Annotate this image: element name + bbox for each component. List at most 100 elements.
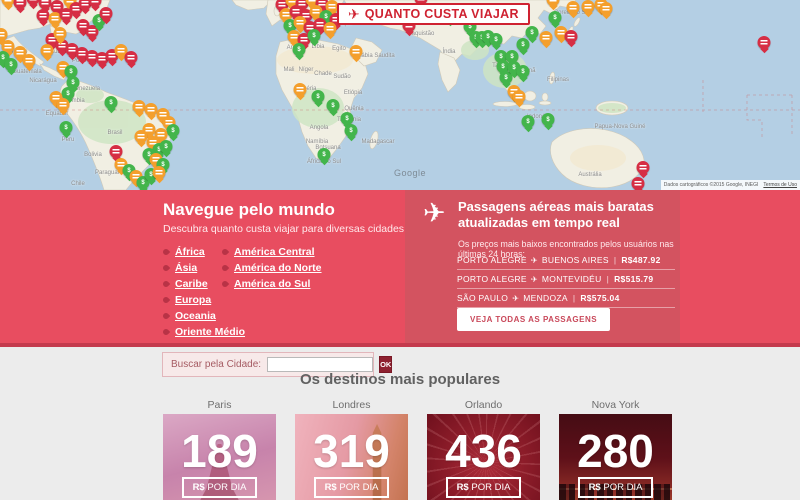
map-price-pin[interactable]: $ (517, 38, 530, 51)
nav-region-link[interactable]: América Central (234, 246, 315, 258)
map-price-pin[interactable]: $ (517, 65, 530, 78)
map-marker-icon (162, 264, 170, 272)
nav-region-link[interactable]: Caribe (175, 278, 208, 290)
map-price-pin[interactable]: $ (542, 113, 555, 126)
map-price-pin[interactable] (294, 83, 307, 96)
deal-rows: PORTO ALEGRE✈BUENOS AIRES|R$487.92PORTO … (457, 251, 675, 308)
destination-card-londres[interactable]: 319R$ POR DIA (295, 414, 408, 500)
pin-price-glyph: $ (504, 75, 507, 81)
map-price-pin[interactable]: $ (5, 58, 18, 71)
destination-price: 189 (181, 428, 258, 474)
map-attribution: Dados cartográficos ©2015 Google, INEGI … (661, 180, 800, 190)
pin-price-glyph: $ (64, 125, 67, 131)
map-price-pin[interactable]: $ (308, 29, 321, 42)
map-price-pin[interactable]: $ (160, 140, 173, 153)
map-price-pin[interactable] (23, 54, 36, 67)
pin-price-glyph: $ (164, 144, 167, 150)
world-map[interactable]: MéxicoCubaPorto RicoGuatemalaNicaráguaVe… (0, 0, 800, 190)
pin-price-glyph (79, 51, 86, 56)
map-price-pin[interactable] (57, 98, 70, 111)
destination-card-orlando[interactable]: 436R$ POR DIA (427, 414, 540, 500)
map-marker-icon (162, 248, 170, 256)
pin-price-glyph (279, 2, 286, 7)
deals-panel: ✈ Passagens aéreas mais baratas atualiza… (405, 190, 680, 347)
map-price-pin[interactable]: $ (60, 121, 73, 134)
pin-price-glyph (297, 87, 304, 92)
price-per-day-badge: R$ POR DIA (578, 477, 654, 498)
map-price-pin[interactable]: $ (293, 43, 306, 56)
map-price-pin[interactable]: $ (105, 96, 118, 109)
destination-card-paris[interactable]: 189R$ POR DIA (163, 414, 276, 500)
map-price-pin[interactable]: $ (522, 115, 535, 128)
pin-price-glyph (761, 40, 768, 45)
map-price-pin[interactable] (37, 9, 50, 22)
pin-price-glyph (5, 0, 12, 2)
map-marker-icon (221, 280, 229, 288)
nav-region-link[interactable]: América do Norte (234, 262, 322, 274)
nav-region-link[interactable]: Europa (175, 294, 211, 306)
nav-region-link[interactable]: África (175, 246, 205, 258)
map-price-pin[interactable] (133, 100, 146, 113)
pin-price-glyph (543, 35, 550, 40)
pin-price-glyph: $ (345, 116, 348, 122)
deals-title: Passagens aéreas mais baratas atualizada… (458, 199, 654, 231)
map-price-pin[interactable]: $ (327, 99, 340, 112)
map-price-pin[interactable] (60, 8, 73, 21)
map-price-pin[interactable]: $ (490, 33, 503, 46)
pin-price-glyph (301, 37, 308, 42)
nav-region-item: América Central (222, 244, 322, 260)
site-logo[interactable]: ✈ QUANTO CUSTA VIAJAR (337, 3, 530, 25)
pin-price-glyph (297, 20, 304, 25)
destination-city-label: Nova York (559, 399, 672, 411)
map-price-pin[interactable]: $ (167, 124, 180, 137)
deal-row[interactable]: PORTO ALEGRE✈BUENOS AIRES|R$487.92 (457, 251, 675, 270)
destination-city-label: Orlando (427, 399, 540, 411)
pin-price-glyph (640, 165, 647, 170)
map-price-pin[interactable] (100, 7, 113, 20)
map-price-pin[interactable] (350, 45, 363, 58)
map-price-pin[interactable]: $ (312, 90, 325, 103)
map-price-pin[interactable] (547, 0, 560, 6)
pin-price-glyph: $ (9, 62, 12, 68)
map-price-pin[interactable] (758, 36, 771, 49)
deal-to-city: MONTEVIDÉU (542, 274, 602, 284)
map-price-pin[interactable] (637, 161, 650, 174)
pin-price-glyph (63, 12, 70, 17)
pin-price-glyph (103, 11, 110, 16)
nav-region-link[interactable]: Ásia (175, 262, 197, 274)
nav-region-link[interactable]: América do Sul (234, 278, 310, 290)
deal-row[interactable]: PORTO ALEGRE✈MONTEVIDÉU|R$515.79 (457, 270, 675, 289)
map-price-pin[interactable] (89, 0, 102, 7)
destination-city-label: Londres (295, 399, 408, 411)
map-price-pin[interactable] (513, 90, 526, 103)
map-price-pin[interactable]: $ (526, 26, 539, 39)
map-price-pin[interactable] (540, 31, 553, 44)
destination-card-novayork[interactable]: 280R$ POR DIA (559, 414, 672, 500)
map-price-pin[interactable] (110, 145, 123, 158)
map-price-pin[interactable] (567, 1, 580, 14)
nav-region-link[interactable]: Oriente Médio (175, 326, 245, 338)
pin-price-glyph (327, 26, 334, 31)
map-price-pin[interactable] (565, 30, 578, 43)
nav-region-link[interactable]: Oceania (175, 310, 216, 322)
map-price-pin[interactable]: $ (549, 11, 562, 24)
map-price-pin[interactable]: $ (318, 148, 331, 161)
map-terms-link[interactable]: Termos de Uso (763, 182, 797, 188)
map-price-pin[interactable] (582, 0, 595, 13)
map-price-pin[interactable] (632, 177, 645, 190)
pin-price-glyph: $ (521, 42, 524, 48)
deal-row[interactable]: SÃO PAULO✈MENDOZA|R$575.04 (457, 289, 675, 308)
map-price-pin[interactable]: $ (345, 124, 358, 137)
map-price-pin[interactable] (54, 27, 67, 40)
map-price-pin[interactable] (153, 166, 166, 179)
pin-price-glyph (113, 149, 120, 154)
city-search-input[interactable] (267, 357, 373, 372)
map-price-pin[interactable] (125, 51, 138, 64)
see-all-tickets-button[interactable]: VEJA TODAS AS PASSAGENS (457, 308, 610, 331)
map-marker-icon (162, 296, 170, 304)
pin-price-glyph: $ (521, 69, 524, 75)
map-price-pin[interactable] (600, 2, 613, 15)
navigate-title: Navegue pelo mundo (163, 200, 335, 220)
map-price-pin[interactable] (324, 22, 337, 35)
map-price-pin[interactable] (41, 44, 54, 57)
